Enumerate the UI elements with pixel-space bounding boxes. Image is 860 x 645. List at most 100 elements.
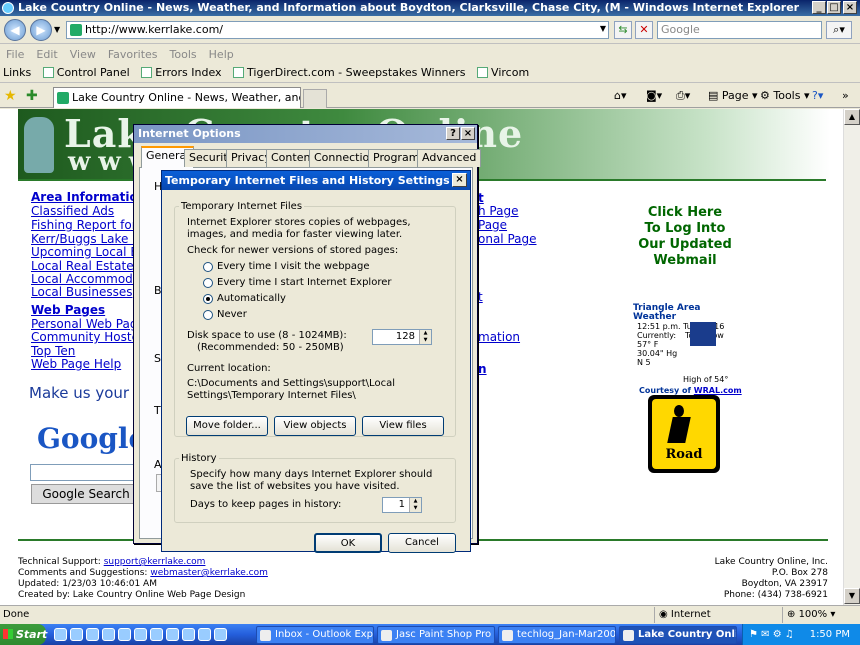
- spin-down-icon[interactable]: ▼: [409, 505, 421, 512]
- stop-icon[interactable]: ✕: [635, 21, 653, 39]
- tray-icons[interactable]: ⚑ ✉ ⚙ ♫: [749, 624, 794, 645]
- task-paint-shop[interactable]: Jasc Paint Shop Pro -...: [377, 626, 495, 644]
- temp-files-close-button[interactable]: ×: [452, 173, 467, 187]
- search-icon[interactable]: ⌕▾: [826, 21, 852, 39]
- google-search-input[interactable]: [30, 464, 140, 481]
- menu-tools[interactable]: Tools: [164, 45, 203, 61]
- quicklaunch-outlook-icon[interactable]: [70, 628, 83, 641]
- task-techlog[interactable]: techlog_Jan-Mar200...: [498, 626, 616, 644]
- print-icon[interactable]: ⎙▾: [676, 89, 690, 103]
- webmail-login-link[interactable]: Click Here To Log Into Our Updated Webma…: [615, 205, 755, 269]
- back-button[interactable]: ◀: [4, 19, 26, 41]
- start-button[interactable]: Start: [0, 624, 47, 645]
- days-value: 1: [398, 499, 405, 510]
- area-information-heading[interactable]: Area Information: [31, 190, 146, 204]
- link-classified-ads[interactable]: Classified Ads: [31, 204, 114, 218]
- internet-options-title: Internet Options: [134, 125, 477, 143]
- link-web-page-help[interactable]: Web Page Help: [31, 357, 121, 371]
- cancel-button[interactable]: Cancel: [388, 533, 456, 553]
- spin-up-icon[interactable]: ▲: [419, 330, 431, 337]
- webmaster-email[interactable]: webmaster@kerrlake.com: [150, 568, 268, 578]
- tech-support-email[interactable]: support@kerrlake.com: [104, 557, 206, 567]
- close-window-button[interactable]: ×: [843, 1, 857, 14]
- scroll-up-arrow-icon[interactable]: ▲: [844, 109, 860, 125]
- search-input[interactable]: Google: [657, 21, 822, 39]
- tools-menu[interactable]: ⚙ Tools ▾: [760, 89, 810, 102]
- address-url: http://www.kerrlake.com/: [85, 23, 224, 36]
- menu-favorites[interactable]: Favorites: [102, 45, 164, 61]
- quicklaunch-ie-icon[interactable]: [54, 628, 67, 641]
- web-pages-heading[interactable]: Web Pages: [31, 303, 105, 317]
- spin-down-icon[interactable]: ▼: [419, 337, 431, 344]
- maximize-button[interactable]: □: [827, 1, 841, 14]
- home-icon[interactable]: ⌂▾: [614, 89, 627, 102]
- radio-every-visit[interactable]: [203, 262, 213, 272]
- radio-automatically[interactable]: [203, 294, 213, 304]
- scroll-down-arrow-icon[interactable]: ▼: [844, 588, 860, 604]
- wral-link[interactable]: WRAL.com: [694, 386, 742, 395]
- right-link-fragment-5[interactable]: t: [478, 290, 483, 304]
- quicklaunch-desktop-icon[interactable]: [86, 628, 99, 641]
- menu-help[interactable]: Help: [203, 45, 240, 61]
- quicklaunch-media-icon[interactable]: [102, 628, 115, 641]
- history-description: Specify how many days Internet Explorer …: [190, 469, 433, 492]
- road-conditions-link[interactable]: Road: [648, 395, 720, 473]
- address-dropdown-icon[interactable]: ▼: [594, 21, 612, 39]
- quicklaunch-cmd-icon[interactable]: [150, 628, 163, 641]
- quicklaunch-app-icon[interactable]: [118, 628, 131, 641]
- quicklaunch-app-icon[interactable]: [134, 628, 147, 641]
- page-scrollbar[interactable]: ▲ ▼: [843, 109, 860, 605]
- link-control-panel[interactable]: Control Panel: [57, 63, 130, 82]
- refresh-icon[interactable]: ⇆: [614, 21, 632, 39]
- new-tab-button[interactable]: [303, 89, 327, 108]
- quicklaunch-firefox-icon[interactable]: [182, 628, 195, 641]
- ok-button[interactable]: OK: [314, 533, 382, 553]
- right-link-fragment-4[interactable]: onal Page: [478, 232, 537, 246]
- io-close-button[interactable]: ×: [461, 127, 475, 140]
- right-link-fragment-1[interactable]: t: [478, 191, 484, 205]
- quicklaunch-acrobat-icon[interactable]: [214, 628, 227, 641]
- spin-up-icon[interactable]: ▲: [409, 498, 421, 505]
- move-folder-button[interactable]: Move folder...: [186, 416, 268, 436]
- right-link-fragment-7[interactable]: n: [478, 362, 487, 376]
- quicklaunch-app-icon[interactable]: [166, 628, 179, 641]
- radio-never[interactable]: [203, 310, 213, 320]
- right-link-fragment-6[interactable]: mation: [478, 330, 520, 344]
- tab-advanced[interactable]: Advanced: [417, 149, 482, 167]
- view-objects-button[interactable]: View objects: [274, 416, 356, 436]
- favorites-star-icon[interactable]: ★: [4, 88, 17, 104]
- menu-view[interactable]: View: [64, 45, 102, 61]
- make-us-your-homepage-link[interactable]: Make us your h: [29, 384, 143, 402]
- io-help-button[interactable]: ?: [446, 127, 460, 140]
- history-dropdown-icon[interactable]: ▼: [54, 25, 60, 34]
- task-outlook[interactable]: Inbox - Outlook Expr...: [256, 626, 374, 644]
- quicklaunch-app-icon[interactable]: [198, 628, 211, 641]
- task-lake-country[interactable]: Lake Country Onli...: [619, 626, 737, 644]
- link-local-businesses[interactable]: Local Businesses: [31, 285, 132, 299]
- minimize-button[interactable]: _: [812, 1, 826, 14]
- zoom-pane[interactable]: ⊕ 100% ▾: [782, 607, 860, 623]
- add-favorites-icon[interactable]: ✚: [26, 88, 38, 104]
- disk-space-stepper[interactable]: 128 ▲ ▼: [372, 329, 432, 345]
- menu-file[interactable]: File: [0, 45, 30, 61]
- ie-icon: [2, 2, 14, 14]
- google-search-button[interactable]: Google Search: [31, 484, 141, 504]
- radio-every-start[interactable]: [203, 278, 213, 288]
- right-link-fragment-2[interactable]: h Page: [478, 204, 518, 218]
- address-input[interactable]: http://www.kerrlake.com/: [66, 21, 609, 39]
- help-icon[interactable]: ?▾: [812, 89, 823, 102]
- page-menu[interactable]: ▤ Page ▾: [708, 89, 758, 102]
- link-top-ten[interactable]: Top Ten: [31, 344, 75, 358]
- menu-edit[interactable]: Edit: [30, 45, 63, 61]
- feeds-icon[interactable]: ◙▾: [646, 89, 662, 102]
- link-tigerdirect[interactable]: TigerDirect.com - Sweepstakes Winners: [247, 63, 466, 82]
- view-files-button[interactable]: View files: [362, 416, 444, 436]
- chevron-icon[interactable]: »: [842, 89, 849, 102]
- tab-lake-country[interactable]: Lake Country Online - News, Weather, and…: [53, 87, 301, 108]
- link-errors-index[interactable]: Errors Index: [155, 63, 221, 82]
- link-vircom[interactable]: Vircom: [491, 63, 529, 82]
- forward-button[interactable]: ▶: [30, 19, 52, 41]
- link-page-icon: [233, 67, 245, 78]
- days-stepper[interactable]: 1 ▲ ▼: [382, 497, 422, 513]
- right-link-fragment-3[interactable]: Page: [478, 218, 507, 232]
